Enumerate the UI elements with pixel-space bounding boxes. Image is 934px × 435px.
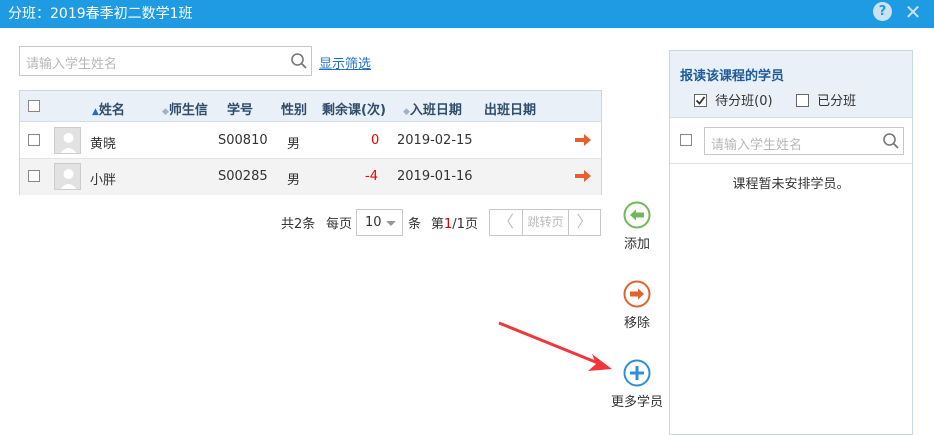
- cell-remaining: 0: [371, 133, 380, 148]
- per-page-value: 10: [365, 215, 382, 230]
- student-table: ▲姓名 ◆师生信 学号 性别 剩余课(次) ◆入班日期 出班日期 黄晓 S008…: [19, 90, 602, 195]
- close-icon[interactable]: ✕: [902, 0, 924, 24]
- panel-title: 报读该课程的学员: [680, 69, 785, 84]
- sort-icon: ◆: [162, 107, 169, 117]
- cell-join-date: 2019-02-15: [397, 133, 473, 148]
- select-all-checkbox[interactable]: [28, 100, 40, 112]
- panel-select-all-checkbox[interactable]: [680, 134, 692, 146]
- cell-student-id: S00285: [218, 169, 268, 184]
- header-name[interactable]: ▲姓名: [92, 99, 125, 118]
- avatar: [54, 127, 81, 154]
- show-filter-link[interactable]: 显示筛选: [319, 53, 371, 72]
- search-icon[interactable]: [882, 132, 900, 150]
- assigned-filter[interactable]: 已分班: [796, 90, 856, 109]
- cell-gender: 男: [287, 137, 301, 152]
- remove-button[interactable]: 移除: [607, 280, 667, 331]
- cell-student-id: S00810: [218, 133, 268, 148]
- transfer-arrow-icon[interactable]: [575, 134, 591, 146]
- row-checkbox[interactable]: [28, 170, 40, 182]
- student-search-input[interactable]: 请输入学生姓名: [19, 46, 312, 76]
- table-row[interactable]: 小胖 S00285 男 -4 2019-01-16: [20, 159, 601, 195]
- row-checkbox[interactable]: [28, 134, 40, 146]
- jump-page-input[interactable]: 跳转页: [523, 210, 568, 235]
- sort-up-icon: ▲: [92, 107, 99, 117]
- remove-arrow-icon: [623, 280, 651, 308]
- header-gender: 性别: [281, 103, 308, 118]
- panel-header: 报读该课程的学员 待分班(0) 已分班: [670, 51, 912, 118]
- table-row[interactable]: 黄晓 S00810 男 0 2019-02-15: [20, 123, 601, 159]
- cell-name: 小胖: [90, 173, 117, 188]
- cell-name: 黄晓: [90, 137, 117, 152]
- checkbox-checked-icon[interactable]: [694, 94, 707, 107]
- pager-unit: 条: [408, 217, 422, 232]
- header-remaining: 剩余课(次): [322, 103, 386, 118]
- cell-gender: 男: [287, 173, 301, 188]
- header-message[interactable]: ◆师生信: [162, 99, 208, 118]
- enrolled-students-panel: 报读该课程的学员 待分班(0) 已分班 请输入学生姓名 课程暂未安排学员。: [669, 50, 913, 435]
- more-students-label: 更多学员: [610, 395, 663, 410]
- pager-page-info: 第1/1页: [431, 217, 478, 232]
- checkbox-icon[interactable]: [796, 94, 809, 107]
- more-students-button[interactable]: 更多学员: [607, 359, 667, 410]
- pager-total: 共2条: [281, 217, 316, 232]
- remove-label: 移除: [623, 316, 650, 331]
- pager-per-page-label: 每页: [326, 217, 353, 232]
- transfer-arrow-icon[interactable]: [575, 170, 591, 182]
- search-placeholder: 请输入学生姓名: [26, 57, 118, 72]
- help-icon[interactable]: ?: [873, 2, 892, 21]
- search-icon[interactable]: [290, 52, 308, 70]
- pending-filter[interactable]: 待分班(0): [694, 90, 773, 109]
- add-arrow-icon: [623, 201, 651, 229]
- add-button[interactable]: 添加: [607, 201, 667, 252]
- cell-join-date: 2019-01-16: [397, 169, 473, 184]
- sort-icon: ◆: [403, 107, 410, 117]
- panel-search-placeholder: 请输入学生姓名: [711, 138, 803, 153]
- panel-search-input[interactable]: 请输入学生姓名: [704, 127, 904, 155]
- divider: [670, 163, 912, 164]
- empty-state-text: 课程暂未安排学员。: [732, 177, 850, 192]
- prev-page-button[interactable]: 〈: [490, 210, 523, 235]
- table-header: ▲姓名 ◆师生信 学号 性别 剩余课(次) ◆入班日期 出班日期: [20, 91, 601, 122]
- cell-remaining: -4: [365, 169, 378, 184]
- plus-icon: [623, 359, 651, 387]
- header-leave-date: 出班日期: [484, 103, 537, 118]
- add-label: 添加: [623, 237, 650, 252]
- header-student-id: 学号: [227, 103, 254, 118]
- per-page-select[interactable]: 10: [356, 209, 403, 236]
- chevron-down-icon: [386, 221, 396, 226]
- avatar: [54, 163, 81, 190]
- header-join-date[interactable]: ◆入班日期: [403, 99, 462, 118]
- pager-nav: 〈 跳转页 〉: [489, 209, 601, 236]
- window-title: 分班：2019春季初二数学1班: [8, 6, 193, 22]
- title-bar: 分班：2019春季初二数学1班 ? ✕: [0, 0, 934, 28]
- next-page-button[interactable]: 〉: [568, 210, 600, 235]
